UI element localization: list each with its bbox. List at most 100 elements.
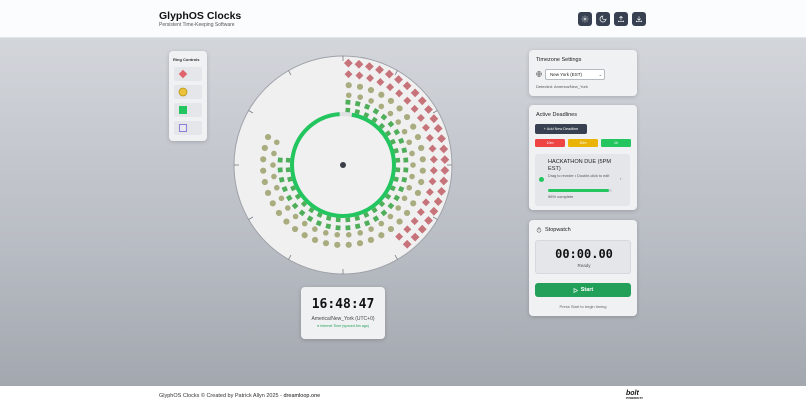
minute-glyph [271, 173, 277, 180]
stopwatch-time: 00:00.00 [555, 247, 613, 261]
stopwatch-title: Stopwatch [545, 227, 571, 233]
minute-glyph [271, 150, 277, 157]
minute-glyph [406, 184, 413, 191]
minute-glyph [403, 209, 411, 217]
minute-glyph [345, 231, 352, 238]
quick-deadline-30m-button[interactable]: 30m [568, 139, 598, 147]
timezone-select-value: New York (EST) [550, 72, 583, 77]
app-title: GlyphOS Clocks [159, 10, 242, 22]
app-subtitle: Persistent Time-Keeping Software [159, 22, 235, 28]
second-glyph [285, 157, 291, 163]
ring-toggle-minutes[interactable] [174, 85, 202, 99]
minute-glyph [410, 123, 417, 130]
minute-glyph [419, 156, 426, 163]
minute-glyph [395, 205, 402, 211]
minute-glyph [368, 226, 374, 232]
deadline-item[interactable]: HACKATHON DUE (5PM EST) Drag to reorder … [535, 154, 630, 206]
ring-controls-panel: Ring Controls [169, 51, 207, 141]
minute-glyph [418, 144, 425, 152]
minute-glyph [311, 236, 319, 244]
minute-glyph [345, 241, 352, 248]
ring-toggle-seconds[interactable] [174, 103, 202, 117]
ring-toggle-progress[interactable] [174, 121, 202, 135]
glyph-clock [232, 54, 454, 276]
minute-glyph [409, 150, 415, 157]
minute-glyph [264, 133, 272, 141]
deadline-progress-text: 96% complete [548, 194, 574, 199]
minute-glyph [406, 139, 413, 146]
second-glyph [277, 157, 283, 163]
stopwatch-state: Ready [577, 263, 591, 268]
minute-glyph [264, 189, 272, 197]
footer: GlyphOS Clocks © Created by Patrick Ally… [0, 386, 806, 407]
chevron-right-icon[interactable]: › [620, 176, 621, 181]
active-deadlines-title: Active Deadlines [536, 112, 577, 118]
minute-glyph [387, 213, 394, 220]
minute-glyph [357, 94, 363, 100]
minute-glyph [396, 105, 403, 112]
minute-glyph [387, 97, 395, 105]
minute-glyph [345, 92, 352, 99]
minute-glyph [368, 98, 374, 104]
minute-glyph [414, 189, 422, 197]
minute-glyph [378, 91, 385, 98]
upload-button[interactable] [614, 12, 628, 26]
second-glyph [395, 157, 401, 163]
digital-time: 16:48:47 [311, 297, 375, 312]
bolt-badge[interactable]: bolt POWERED BY [626, 390, 648, 402]
minute-glyph [419, 167, 426, 174]
second-glyph [345, 217, 351, 223]
gear-icon [581, 15, 589, 23]
minute-glyph [367, 236, 375, 244]
deadline-progress-fill [548, 189, 610, 192]
minute-glyph [401, 195, 408, 202]
second-glyph [345, 99, 351, 105]
play-icon [573, 287, 578, 293]
theme-toggle-button[interactable] [596, 12, 610, 26]
minute-glyph [418, 178, 425, 186]
minute-glyph [312, 226, 318, 232]
minute-glyph [322, 240, 330, 247]
ring-controls-title: Ring Controls [173, 57, 200, 62]
moon-icon [599, 15, 607, 23]
minute-glyph [396, 218, 403, 225]
minute-glyph [301, 220, 308, 227]
minute-glyph [357, 230, 363, 236]
timezone-detected: Detected: America/New_York [536, 84, 588, 89]
settings-button[interactable] [578, 12, 592, 26]
stopwatch-panel: Stopwatch 00:00.00 Ready Start Press Sta… [529, 220, 637, 316]
minute-glyph [378, 220, 385, 227]
minute-glyph [409, 173, 415, 180]
second-glyph [285, 167, 291, 173]
minute-glyph [334, 241, 341, 248]
footer-link[interactable]: dreamloop.one [284, 393, 321, 399]
footer-text: GlyphOS Clocks © Created by Patrick Ally… [159, 393, 320, 399]
upload-icon [618, 15, 624, 22]
minute-glyph [334, 231, 341, 238]
minute-glyph [284, 205, 291, 211]
minute-glyph [261, 144, 268, 152]
minute-glyph [378, 103, 385, 110]
minute-glyph [401, 128, 408, 135]
add-deadline-button[interactable]: + Add New Deadline [535, 124, 587, 134]
second-glyph [335, 217, 341, 223]
second-glyph [345, 107, 351, 113]
digital-timezone: America/New_York (UTC+0) [311, 316, 375, 322]
minute-glyph [260, 167, 267, 174]
bolt-logo: bolt [626, 390, 639, 397]
minute-glyph [367, 86, 375, 94]
download-button[interactable] [632, 12, 646, 26]
second-glyph [403, 167, 409, 173]
app-header: GlyphOS Clocks Persistent Time-Keeping S… [0, 0, 806, 38]
quick-deadline-10m-button[interactable]: 10m [535, 139, 565, 147]
timezone-settings-panel: Timezone Settings New York (EST) ⌄ Detec… [529, 50, 637, 96]
timezone-select[interactable]: New York (EST) ⌄ [545, 69, 605, 80]
deadline-help: Drag to reorder • Double-click to edit [548, 174, 610, 178]
quick-deadline-1h-button[interactable]: 1h [601, 139, 631, 147]
minute-glyph [260, 156, 267, 163]
minute-glyph [291, 225, 299, 233]
stopwatch-start-button[interactable]: Start [535, 283, 631, 297]
ring-toggle-hours[interactable] [174, 67, 202, 81]
minute-glyph [387, 110, 394, 117]
minute-glyph [395, 119, 402, 125]
